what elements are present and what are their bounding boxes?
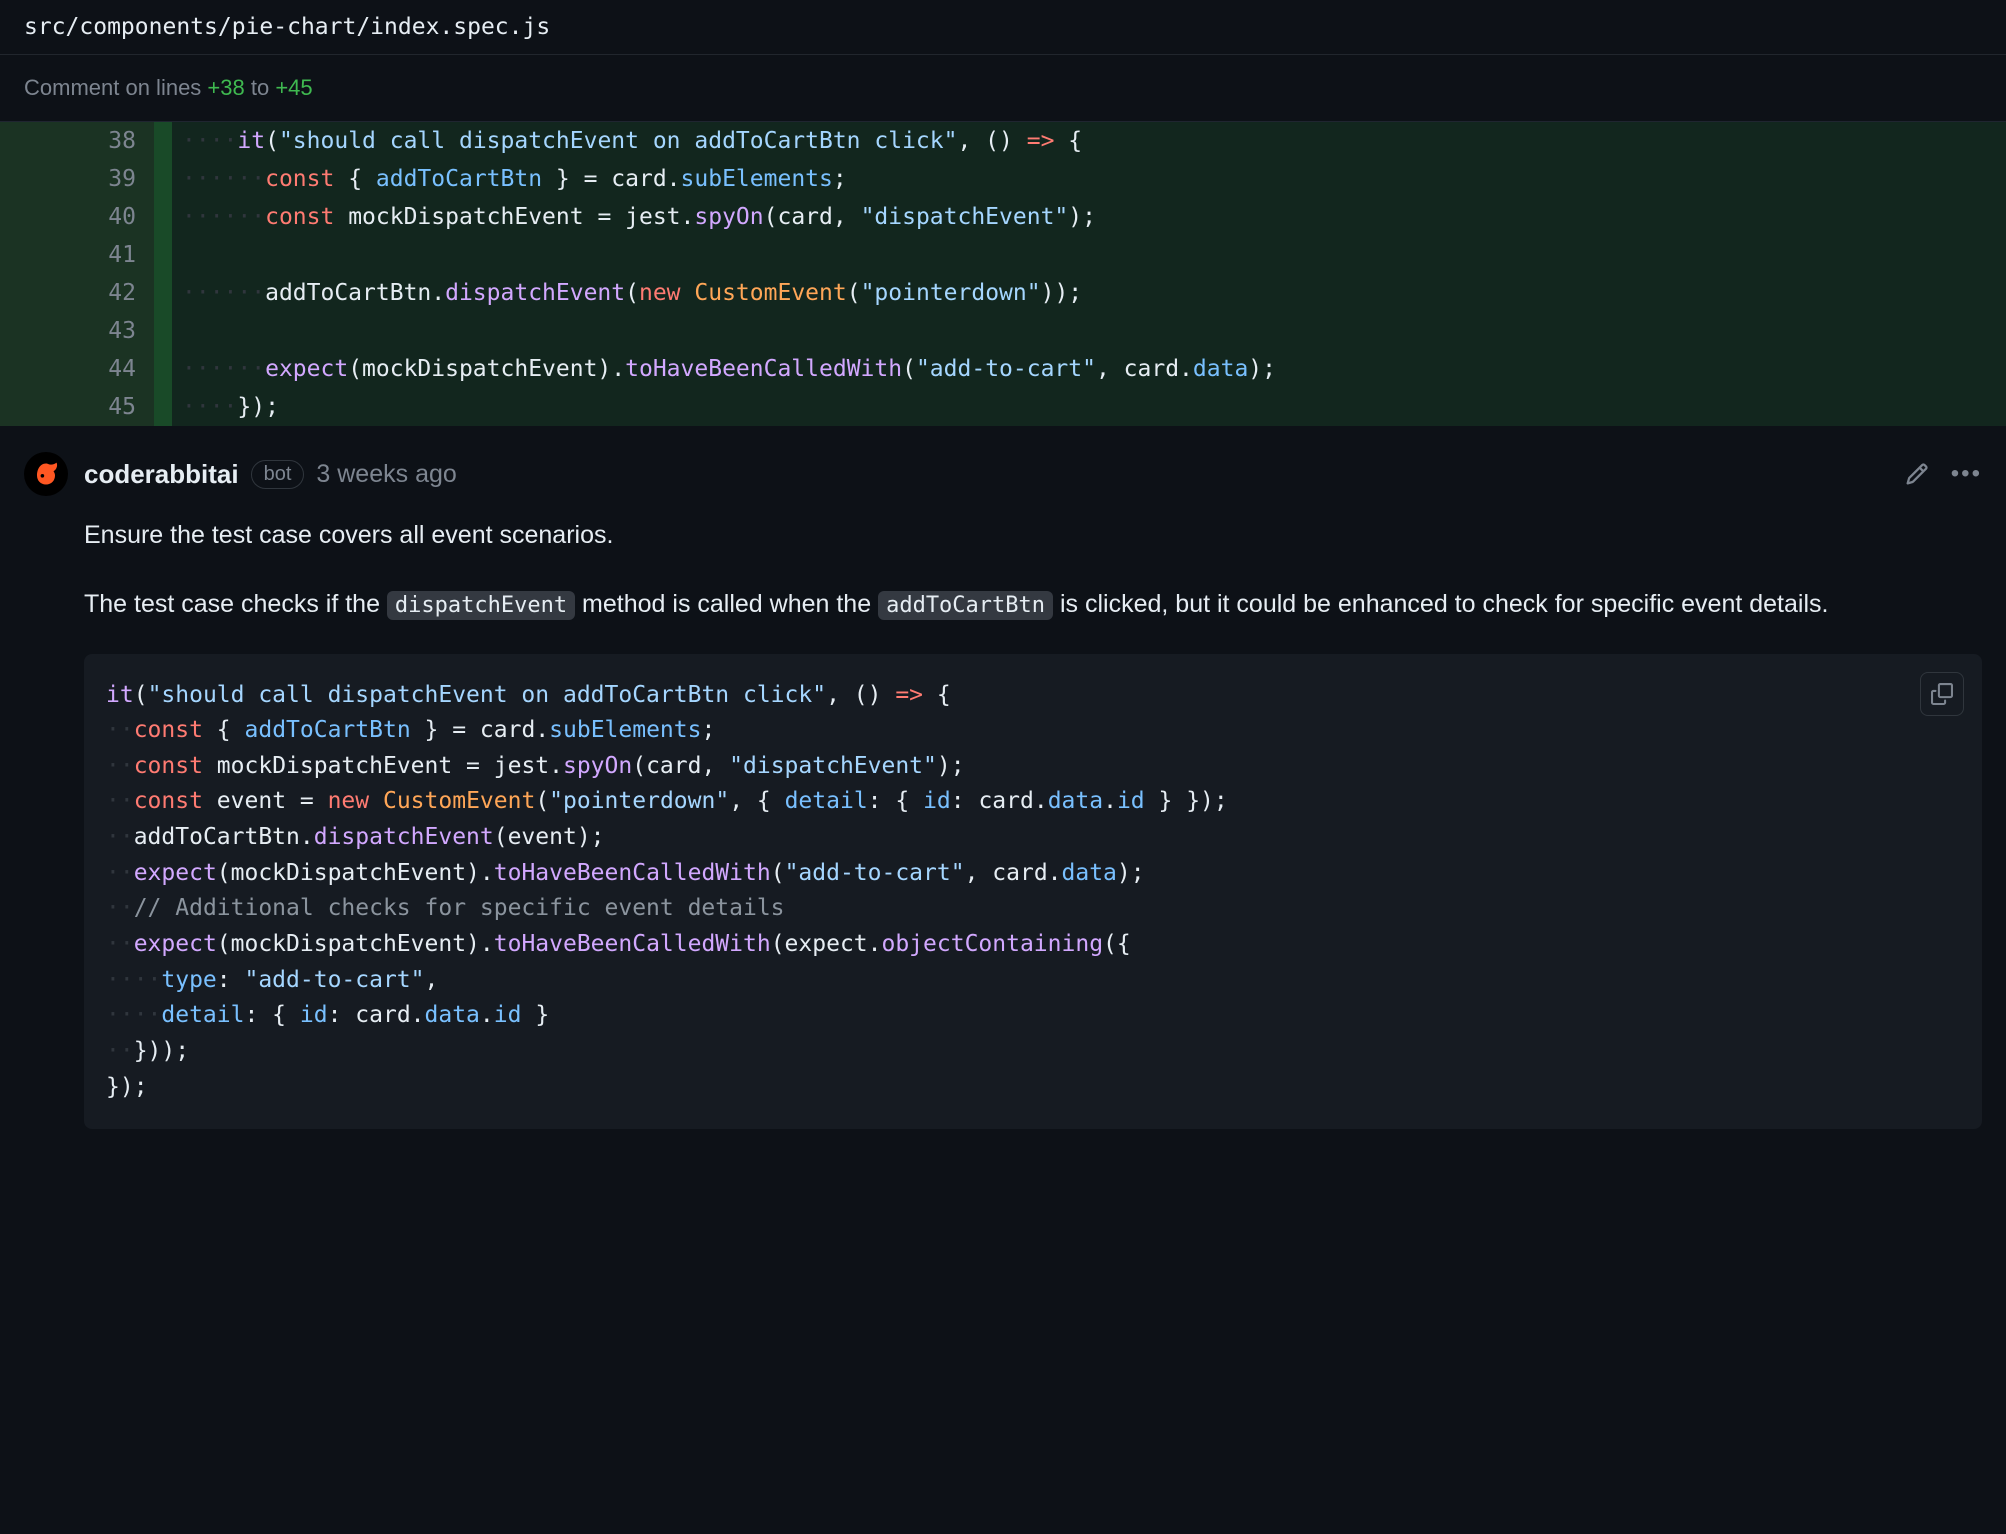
diff-row: 43 — [0, 312, 2006, 350]
bot-badge: bot — [251, 460, 305, 489]
diff-row: 39 ······const { addToCartBtn } = card.su… — [0, 160, 2006, 198]
addition-marker — [154, 122, 172, 160]
copy-icon — [1931, 683, 1953, 705]
code-line[interactable]: ······const mockDispatchEvent = jest.spy… — [172, 198, 2006, 236]
line-number[interactable]: 44 — [0, 350, 154, 388]
addition-marker — [154, 160, 172, 198]
code-line[interactable] — [172, 236, 2006, 274]
file-header: src/components/pie-chart/index.spec.js — [0, 0, 2006, 55]
comment-range-to-word: to — [245, 75, 276, 100]
more-actions-button[interactable]: ••• — [1951, 460, 1982, 488]
suggestion-block: it("should call dispatchEvent on addToCa… — [84, 654, 1982, 1130]
diff-table: 38 ····it("should call dispatchEvent on a… — [0, 122, 2006, 426]
diff-row: 42 ······addToCartBtn.dispatchEvent(new C… — [0, 274, 2006, 312]
comment-range-from[interactable]: +38 — [207, 75, 244, 100]
code-line[interactable]: ····it("should call dispatchEvent on add… — [172, 122, 2006, 160]
avatar[interactable] — [24, 452, 68, 496]
line-number[interactable]: 45 — [0, 388, 154, 426]
addition-marker — [154, 388, 172, 426]
addition-marker — [154, 274, 172, 312]
file-path[interactable]: src/components/pie-chart/index.spec.js — [24, 14, 550, 40]
line-number[interactable]: 38 — [0, 122, 154, 160]
inline-code: addToCartBtn — [878, 591, 1053, 620]
comment-paragraph: The test case checks if the dispatchEven… — [84, 585, 1982, 624]
inline-code: dispatchEvent — [387, 591, 575, 620]
line-number[interactable]: 41 — [0, 236, 154, 274]
diff-row: 45 ····}); — [0, 388, 2006, 426]
diff-row: 41 — [0, 236, 2006, 274]
code-line[interactable]: ····}); — [172, 388, 2006, 426]
line-number[interactable]: 43 — [0, 312, 154, 350]
coderabbit-icon — [31, 459, 61, 489]
comment-author[interactable]: coderabbitai — [84, 459, 239, 490]
diff-row: 44 ······expect(mockDispatchEvent).toHave… — [0, 350, 2006, 388]
code-line[interactable]: ······expect(mockDispatchEvent).toHaveBe… — [172, 350, 2006, 388]
addition-marker — [154, 236, 172, 274]
code-line[interactable]: ······addToCartBtn.dispatchEvent(new Cus… — [172, 274, 2006, 312]
comment-range-bar: Comment on lines +38 to +45 — [0, 55, 2006, 122]
copy-button[interactable] — [1920, 672, 1964, 716]
diff-row: 38 ····it("should call dispatchEvent on a… — [0, 122, 2006, 160]
comment-heading: Ensure the test case covers all event sc… — [84, 516, 1982, 555]
comment-range-prefix: Comment on lines — [24, 75, 207, 100]
suggestion-code[interactable]: it("should call dispatchEvent on addToCa… — [106, 678, 1960, 1106]
pencil-icon — [1905, 462, 1929, 486]
comment-timestamp[interactable]: 3 weeks ago — [316, 460, 456, 489]
review-comment: coderabbitai bot 3 weeks ago ••• Ensure … — [0, 426, 2006, 1129]
line-number[interactable]: 40 — [0, 198, 154, 236]
comment-range-to[interactable]: +45 — [275, 75, 312, 100]
addition-marker — [154, 312, 172, 350]
kebab-icon: ••• — [1951, 460, 1982, 488]
addition-marker — [154, 198, 172, 236]
code-line[interactable]: ······const { addToCartBtn } = card.subE… — [172, 160, 2006, 198]
line-number[interactable]: 39 — [0, 160, 154, 198]
diff-row: 40 ······const mockDispatchEvent = jest.s… — [0, 198, 2006, 236]
addition-marker — [154, 350, 172, 388]
edit-button[interactable] — [1905, 462, 1929, 486]
code-line[interactable] — [172, 312, 2006, 350]
line-number[interactable]: 42 — [0, 274, 154, 312]
